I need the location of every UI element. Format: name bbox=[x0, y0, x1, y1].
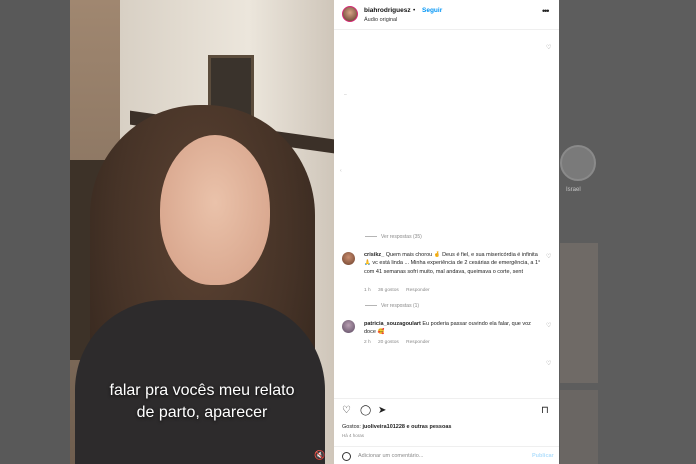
audio-label[interactable]: Áudio original bbox=[364, 17, 397, 23]
likes-prefix: Gostos: bbox=[342, 424, 361, 430]
avatar[interactable] bbox=[342, 6, 358, 22]
background-post-thumbnail bbox=[560, 243, 598, 383]
view-replies-button[interactable]: Ver respostas (1) bbox=[365, 303, 419, 309]
video-caption: falar pra vocês meu relato de parto, apa… bbox=[70, 380, 334, 424]
follow-button[interactable]: Seguir bbox=[422, 7, 442, 14]
post-timestamp: Há 4 horas bbox=[342, 433, 365, 438]
video-person-face bbox=[160, 135, 270, 285]
background-post-thumbnail bbox=[560, 390, 598, 464]
divider-line bbox=[365, 236, 377, 238]
post-header: biahrodriguesz • Seguir Áudio original •… bbox=[334, 0, 559, 30]
comment-input[interactable] bbox=[358, 450, 518, 462]
comment-text: patricia_souzagoulart Eu poderia passar … bbox=[364, 320, 544, 337]
avatar[interactable] bbox=[342, 252, 355, 265]
faded-comment-indicator: ‹ bbox=[340, 168, 342, 174]
send-icon[interactable]: ➤ bbox=[378, 405, 386, 416]
comment-likes[interactable]: 36 gostos bbox=[378, 288, 399, 293]
comment-like-heart-icon[interactable]: ♡ bbox=[546, 360, 551, 367]
comment-meta: 2 h 20 gostos Responder bbox=[364, 340, 436, 345]
background-story-label: Israel bbox=[566, 187, 581, 193]
bookmark-icon[interactable]: ⊓ bbox=[541, 405, 549, 416]
view-replies-button[interactable]: Ver respostas (35) bbox=[365, 234, 422, 240]
emoji-icon[interactable] bbox=[342, 452, 351, 461]
comment-composer: Publicar bbox=[334, 446, 559, 464]
comment-time: 1 h bbox=[364, 288, 371, 293]
comment-meta: 1 h 36 gostos Responder bbox=[364, 288, 436, 293]
comment-reply-button[interactable]: Responder bbox=[406, 288, 429, 293]
comment-time: 2 h bbox=[364, 340, 371, 345]
comment-username[interactable]: crisikz_ bbox=[364, 252, 384, 258]
comment-like-heart-icon[interactable]: ♡ bbox=[546, 44, 551, 51]
view-replies-label: Ver respostas (1) bbox=[381, 303, 420, 309]
more-horizontal-icon[interactable]: ••• bbox=[542, 6, 550, 16]
video-caption-line: de parto, aparecer bbox=[136, 404, 268, 421]
post-username[interactable]: biahrodriguesz bbox=[364, 7, 411, 14]
likes-suffix[interactable]: e outras pessoas bbox=[407, 424, 452, 430]
faded-comment-indicator: – bbox=[344, 92, 347, 98]
view-replies-label: Ver respostas (35) bbox=[381, 234, 422, 240]
comment-reply-button[interactable]: Responder bbox=[406, 340, 429, 345]
publish-button[interactable]: Publicar bbox=[532, 453, 554, 459]
avatar[interactable] bbox=[342, 320, 355, 333]
comment-username[interactable]: patricia_souzagoulart bbox=[364, 321, 421, 327]
comment-text: crisikz_ Quem mais chorou 🤞 Deus é fiel,… bbox=[364, 251, 544, 276]
reel-video[interactable]: falar pra vocês meu relato de parto, apa… bbox=[70, 0, 334, 464]
separator-dot: • bbox=[413, 7, 416, 14]
likes-user[interactable]: juoliveira101228 bbox=[362, 424, 405, 430]
background-story-avatar bbox=[560, 145, 596, 181]
likes-summary[interactable]: Gostos: juoliveira101228 e outras pessoa… bbox=[342, 424, 451, 430]
comment-icon[interactable]: ◯ bbox=[360, 405, 371, 416]
comment-body: Quem mais chorou 🤞 Deus é fiel, e sua mi… bbox=[364, 252, 541, 275]
heart-icon[interactable]: ♡ bbox=[342, 405, 351, 416]
comment-likes[interactable]: 20 gostos bbox=[378, 340, 399, 345]
post-details-panel: biahrodriguesz • Seguir Áudio original •… bbox=[334, 0, 559, 464]
divider-line bbox=[365, 305, 377, 307]
video-caption-line: falar pra vocês meu relato bbox=[109, 382, 295, 399]
speaker-muted-icon[interactable]: 🔇 bbox=[314, 450, 325, 461]
comment-like-heart-icon[interactable]: ♡ bbox=[546, 253, 551, 260]
comment-like-heart-icon[interactable]: ♡ bbox=[546, 322, 551, 329]
